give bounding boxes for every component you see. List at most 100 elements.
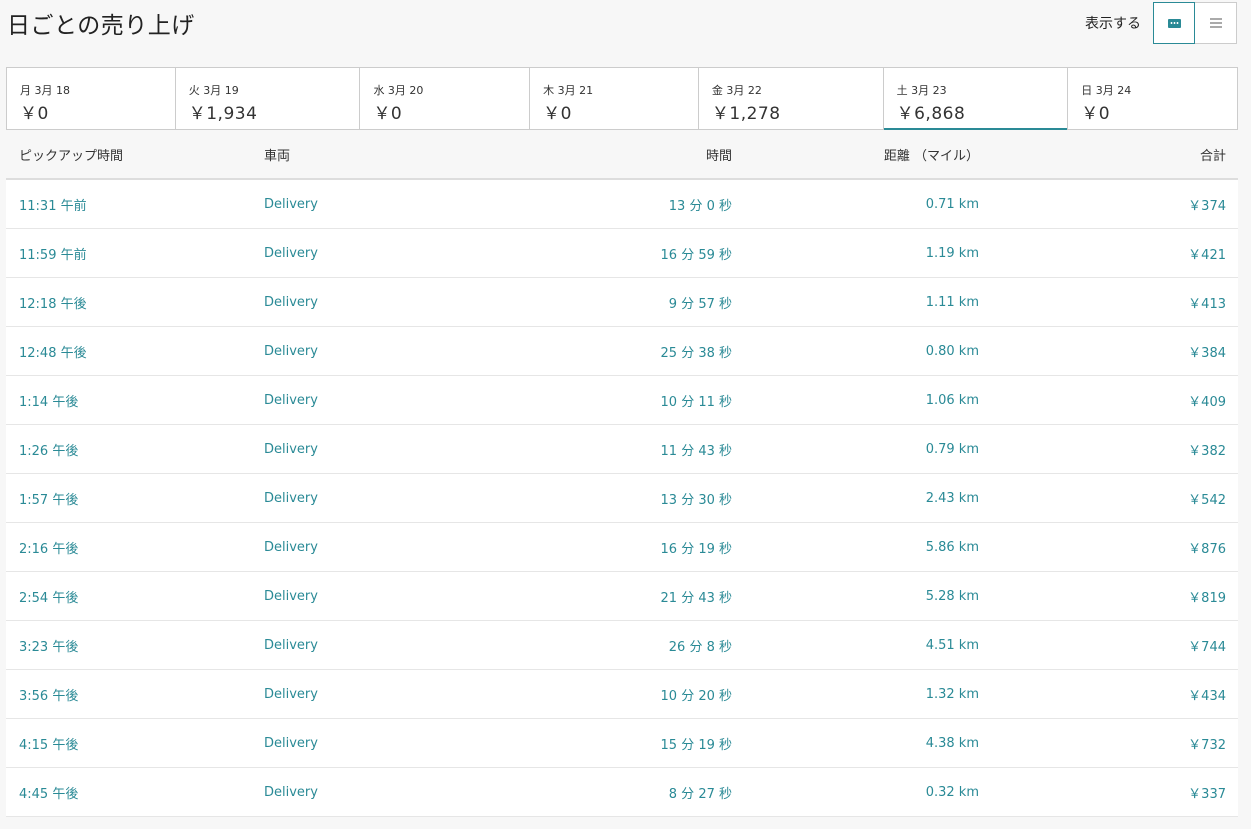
cell-distance: 0.79 km bbox=[925, 441, 979, 457]
table-row[interactable]: 12:48 午後 Delivery 25 分 38 秒 0.80 km ￥384 bbox=[6, 327, 1238, 376]
cell-duration: 16 分 59 秒 bbox=[660, 247, 732, 263]
day-tabs: 月 3月 18 ￥0 火 3月 19 ￥1,934 水 3月 20 ￥0 木 3月 21 ￥0… bbox=[6, 67, 1238, 130]
day-tab-amount: ￥0 bbox=[373, 104, 403, 124]
day-tab[interactable]: 木 3月 21 ￥0 bbox=[530, 68, 699, 129]
cell-duration: 9 分 57 秒 bbox=[668, 296, 732, 312]
list-view-icon bbox=[1209, 18, 1222, 28]
table-row[interactable]: 11:31 午前 Delivery 13 分 0 秒 0.71 km ￥374 bbox=[6, 180, 1238, 229]
day-tab-amount: ￥0 bbox=[543, 104, 572, 124]
cell-pickup-time: 12:18 午後 bbox=[19, 296, 87, 312]
day-tab[interactable]: 日 3月 24 ￥0 bbox=[1068, 68, 1237, 129]
table-row[interactable]: 1:57 午後 Delivery 13 分 30 秒 2.43 km ￥542 bbox=[6, 474, 1238, 523]
cell-pickup-time: 4:15 午後 bbox=[19, 737, 79, 753]
cell-total: ￥409 bbox=[1188, 394, 1226, 410]
table-row[interactable]: 12:18 午後 Delivery 9 分 57 秒 1.11 km ￥413 bbox=[6, 278, 1238, 327]
table-header: ピックアップ時間 車両 時間 距離 （マイル） 合計 bbox=[6, 130, 1238, 180]
cell-total: ￥421 bbox=[1188, 247, 1226, 263]
cell-total: ￥744 bbox=[1188, 639, 1226, 655]
cell-vehicle: Delivery bbox=[264, 294, 318, 310]
header-distance[interactable]: 距離 （マイル） bbox=[884, 145, 979, 164]
table-row[interactable]: 11:59 午前 Delivery 16 分 59 秒 1.19 km ￥421 bbox=[6, 229, 1238, 278]
day-tab[interactable]: 月 3月 18 ￥0 bbox=[7, 68, 176, 129]
day-tab[interactable]: 水 3月 20 ￥0 bbox=[360, 68, 531, 129]
cell-pickup-time: 2:54 午後 bbox=[19, 590, 79, 606]
day-tab[interactable]: 土 3月 23 ￥6,868 bbox=[883, 68, 1069, 130]
cell-duration: 10 分 11 秒 bbox=[660, 394, 732, 410]
cell-vehicle: Delivery bbox=[264, 784, 318, 800]
cell-pickup-time: 4:45 午後 bbox=[19, 786, 79, 802]
table-row[interactable]: 2:54 午後 Delivery 21 分 43 秒 5.28 km ￥819 bbox=[6, 572, 1238, 621]
cell-total: ￥337 bbox=[1188, 786, 1226, 802]
cell-vehicle: Delivery bbox=[264, 588, 318, 604]
table-row[interactable]: 1:26 午後 Delivery 11 分 43 秒 0.79 km ￥382 bbox=[6, 425, 1238, 474]
cell-vehicle: Delivery bbox=[264, 637, 318, 653]
day-tab-label: 日 3月 24 bbox=[1081, 84, 1132, 97]
page-title: 日ごとの売り上げ bbox=[7, 13, 195, 39]
cell-vehicle: Delivery bbox=[264, 196, 318, 212]
header-pickup-time[interactable]: ピックアップ時間 bbox=[19, 145, 123, 164]
cell-duration: 10 分 20 秒 bbox=[660, 688, 732, 704]
cell-total: ￥876 bbox=[1188, 541, 1226, 557]
cell-pickup-time: 3:56 午後 bbox=[19, 688, 79, 704]
header-vehicle[interactable]: 車両 bbox=[264, 145, 290, 164]
table-row[interactable]: 4:45 午後 Delivery 8 分 27 秒 0.32 km ￥337 bbox=[6, 768, 1238, 817]
cell-duration: 15 分 19 秒 bbox=[660, 737, 732, 753]
cell-total: ￥374 bbox=[1188, 198, 1226, 214]
cell-pickup-time: 1:57 午後 bbox=[19, 492, 79, 508]
cell-duration: 11 分 43 秒 bbox=[660, 443, 732, 459]
view-controls: 表示する bbox=[1085, 2, 1237, 44]
cell-distance: 5.28 km bbox=[925, 588, 979, 604]
tile-view-icon bbox=[1167, 18, 1181, 28]
cell-vehicle: Delivery bbox=[264, 245, 318, 261]
cell-vehicle: Delivery bbox=[264, 735, 318, 751]
table-row[interactable]: 1:14 午後 Delivery 10 分 11 秒 1.06 km ￥409 bbox=[6, 376, 1238, 425]
cell-vehicle: Delivery bbox=[264, 392, 318, 408]
cell-pickup-time: 3:23 午後 bbox=[19, 639, 79, 655]
list-view-button[interactable] bbox=[1195, 2, 1237, 44]
cell-pickup-time: 11:59 午前 bbox=[19, 247, 87, 263]
day-tab-amount: ￥6,868 bbox=[896, 104, 966, 124]
cell-distance: 4.38 km bbox=[925, 735, 979, 751]
cell-vehicle: Delivery bbox=[264, 686, 318, 702]
cell-vehicle: Delivery bbox=[264, 490, 318, 506]
day-tab[interactable]: 火 3月 19 ￥1,934 bbox=[176, 68, 361, 129]
day-tab-label: 土 3月 23 bbox=[896, 84, 947, 97]
trips-table: ピックアップ時間 車両 時間 距離 （マイル） 合計 11:31 午前 Deliv… bbox=[6, 130, 1238, 817]
cell-distance: 2.43 km bbox=[925, 490, 979, 506]
cell-total: ￥542 bbox=[1188, 492, 1226, 508]
cell-distance: 1.11 km bbox=[925, 294, 979, 310]
table-row[interactable]: 3:23 午後 Delivery 26 分 8 秒 4.51 km ￥744 bbox=[6, 621, 1238, 670]
cell-duration: 16 分 19 秒 bbox=[660, 541, 732, 557]
cell-distance: 5.86 km bbox=[925, 539, 979, 555]
cell-distance: 0.32 km bbox=[925, 784, 979, 800]
day-tab-amount: ￥1,934 bbox=[188, 104, 258, 124]
day-tab-amount: ￥0 bbox=[20, 104, 49, 124]
cell-duration: 13 分 0 秒 bbox=[668, 198, 732, 214]
table-row[interactable]: 4:15 午後 Delivery 15 分 19 秒 4.38 km ￥732 bbox=[6, 719, 1238, 768]
day-tab-amount: ￥1,278 bbox=[711, 104, 781, 124]
cell-distance: 4.51 km bbox=[925, 637, 979, 653]
day-tab-label: 月 3月 18 bbox=[20, 84, 70, 97]
cell-distance: 0.71 km bbox=[925, 196, 979, 212]
day-tab-label: 木 3月 21 bbox=[543, 84, 594, 97]
cell-pickup-time: 1:14 午後 bbox=[19, 394, 79, 410]
cell-vehicle: Delivery bbox=[264, 441, 318, 457]
day-tab[interactable]: 金 3月 22 ￥1,278 bbox=[699, 68, 884, 129]
cell-pickup-time: 11:31 午前 bbox=[19, 198, 87, 214]
tile-view-button[interactable] bbox=[1153, 2, 1195, 44]
cell-duration: 13 分 30 秒 bbox=[660, 492, 732, 508]
header-total[interactable]: 合計 bbox=[1200, 145, 1226, 164]
table-row[interactable]: 3:56 午後 Delivery 10 分 20 秒 1.32 km ￥434 bbox=[6, 670, 1238, 719]
cell-distance: 1.32 km bbox=[925, 686, 979, 702]
cell-vehicle: Delivery bbox=[264, 343, 318, 359]
table-row[interactable]: 2:16 午後 Delivery 16 分 19 秒 5.86 km ￥876 bbox=[6, 523, 1238, 572]
table-body: 11:31 午前 Delivery 13 分 0 秒 0.71 km ￥374 11:59… bbox=[6, 180, 1238, 817]
view-label: 表示する bbox=[1085, 16, 1141, 32]
cell-pickup-time: 2:16 午後 bbox=[19, 541, 79, 557]
cell-total: ￥819 bbox=[1188, 590, 1226, 606]
header-duration[interactable]: 時間 bbox=[706, 145, 732, 164]
cell-vehicle: Delivery bbox=[264, 539, 318, 555]
cell-duration: 25 分 38 秒 bbox=[660, 345, 732, 361]
cell-duration: 26 分 8 秒 bbox=[668, 639, 732, 655]
cell-pickup-time: 1:26 午後 bbox=[19, 443, 79, 459]
